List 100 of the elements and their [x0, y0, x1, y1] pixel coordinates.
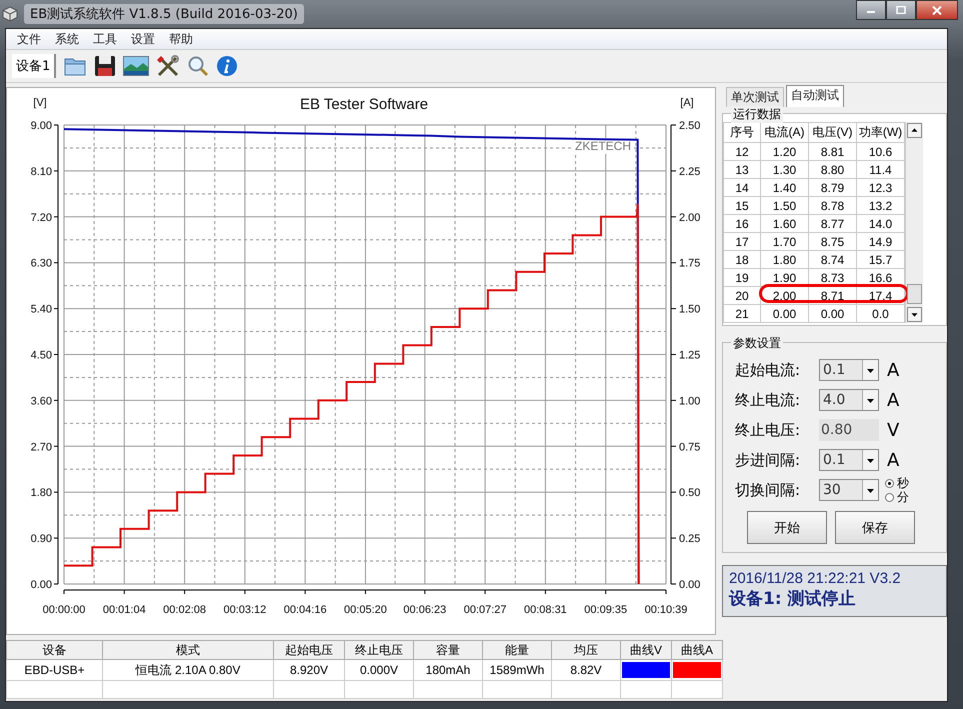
table-cell: 0.00	[760, 304, 808, 322]
axis-unit-label: [A]	[680, 97, 694, 109]
y-tick-label: 6.30	[30, 258, 52, 270]
radio-label: 秒	[897, 474, 909, 491]
field-label: 终止电压:	[735, 420, 802, 440]
column-header: 曲线V	[620, 640, 672, 660]
radio-button[interactable]	[885, 492, 894, 502]
caret-up-icon[interactable]	[907, 123, 922, 138]
device-tab[interactable]: 设备1	[12, 54, 56, 78]
column-header: 序号	[724, 122, 760, 142]
table-cell: 17.4	[856, 286, 904, 304]
y-tick-label: 2.50	[679, 120, 700, 132]
close-button[interactable]	[916, 0, 958, 20]
scrollbar[interactable]	[905, 122, 923, 323]
radio-button[interactable]	[885, 478, 894, 488]
y-tick-label: 1.25	[679, 350, 700, 362]
table-cell: EBD-USB+	[6, 660, 102, 680]
table-cell: 13	[724, 160, 760, 178]
y-tick-label: 0.90	[30, 533, 52, 546]
scrollbar-thumb[interactable]	[907, 284, 922, 304]
caret-down-icon[interactable]	[907, 307, 922, 322]
table-cell: 1.40	[760, 178, 808, 196]
table-cell: 8.74	[808, 250, 856, 268]
x-tick-label: 00:09:35	[584, 604, 628, 616]
table-cell: 18	[724, 250, 760, 268]
action-button[interactable]: 保存	[835, 511, 915, 544]
table-cell: 1.50	[760, 196, 808, 214]
search-icon[interactable]	[187, 55, 210, 77]
y-tick-label: 1.80	[30, 487, 52, 500]
axis-unit-label: [V]	[33, 97, 47, 109]
table-cell: 8.920V	[274, 660, 344, 680]
field-label: 步进间隔:	[735, 450, 802, 470]
y-tick-label: 0.00	[30, 579, 52, 591]
status-datetime: 2016/11/28 21:22:21 V3.2	[729, 570, 902, 587]
menu-item[interactable]: 文件	[12, 30, 46, 48]
field-label: 切换间隔:	[735, 480, 802, 500]
menu-item[interactable]: 设置	[126, 30, 160, 48]
field-label: 终止电流:	[735, 390, 802, 410]
table-cell: 1.90	[760, 268, 808, 286]
column-header: 均压	[552, 640, 620, 660]
caret-down-icon	[862, 450, 878, 470]
table-cell: 8.78	[808, 196, 856, 214]
minimize-button[interactable]	[856, 0, 886, 20]
group-title: 运行数据	[731, 106, 783, 123]
column-header: 功率(W)	[856, 122, 904, 142]
table-cell: 1.60	[760, 214, 808, 232]
dropdown[interactable]: 30	[819, 479, 879, 501]
menu-item[interactable]: 系统	[50, 30, 84, 48]
maximize-icon	[896, 6, 906, 14]
table-cell: 8.75	[808, 232, 856, 250]
dropdown[interactable]: 0.1	[819, 449, 879, 471]
y-tick-label: 2.00	[679, 212, 700, 224]
menu-item[interactable]: 工具	[88, 30, 122, 48]
column-header: 曲线A	[672, 640, 722, 660]
y-tick-label: 4.50	[30, 350, 52, 362]
tab[interactable]: 单次测试	[726, 87, 784, 107]
landscape-image-icon[interactable]	[123, 56, 150, 76]
table-cell: 8.77	[808, 214, 856, 232]
x-tick-label: 00:05:20	[344, 604, 387, 616]
table-cell: 8.81	[808, 142, 856, 160]
y-tick-label: 1.50	[679, 304, 700, 316]
dropdown[interactable]: 0.1	[819, 359, 879, 381]
y-tick-label: 9.00	[30, 120, 52, 132]
y-tick-label: 0.75	[679, 441, 700, 454]
x-tick-label: 00:06:23	[403, 604, 446, 616]
table-cell: 14	[724, 178, 760, 196]
x-tick-label: 00:07:27	[464, 604, 507, 616]
column-header: 能量	[482, 640, 552, 660]
y-tick-label: 0.50	[679, 487, 700, 500]
x-tick-label: 00:01:04	[102, 604, 146, 616]
input-field[interactable]: 0.80	[819, 419, 879, 441]
window-title: EB测试系统软件 V1.8.5 (Build 2016-03-20)	[24, 4, 304, 24]
x-tick-label: 00:04:16	[284, 604, 327, 616]
y-tick-label: 3.60	[30, 395, 52, 408]
table-cell: 12	[724, 142, 760, 160]
action-button[interactable]: 开始	[747, 511, 827, 544]
chart-watermark: ZKETECH	[574, 139, 631, 153]
tools-icon[interactable]	[156, 55, 180, 77]
tab[interactable]: 自动测试	[786, 85, 844, 107]
column-header: 模式	[102, 640, 274, 660]
table-cell: 1.20	[760, 142, 808, 160]
radio-label: 分	[897, 489, 909, 506]
dropdown[interactable]: 4.0	[819, 389, 879, 411]
menu-item[interactable]: 帮助	[164, 30, 198, 48]
table-cell: 15	[724, 196, 760, 214]
caret-down-icon	[862, 480, 878, 500]
column-header: 设备	[6, 640, 102, 660]
caret-down-icon	[862, 360, 878, 380]
y-tick-label: 1.00	[679, 395, 700, 408]
info-icon[interactable]	[216, 55, 238, 77]
y-tick-label: 2.25	[679, 166, 700, 178]
maximize-button[interactable]	[886, 0, 916, 20]
table-cell: 21	[724, 304, 760, 322]
column-header: 终止电压	[344, 640, 414, 660]
x-tick-label: 00:02:08	[163, 604, 206, 616]
table-cell: 恒电流 2.10A 0.80V	[102, 660, 274, 680]
table-cell: 0.000V	[344, 660, 414, 680]
x-tick-label: 00:08:31	[524, 604, 567, 616]
table-cell: 8.71	[808, 286, 856, 304]
y-tick-label: 1.75	[679, 258, 700, 270]
